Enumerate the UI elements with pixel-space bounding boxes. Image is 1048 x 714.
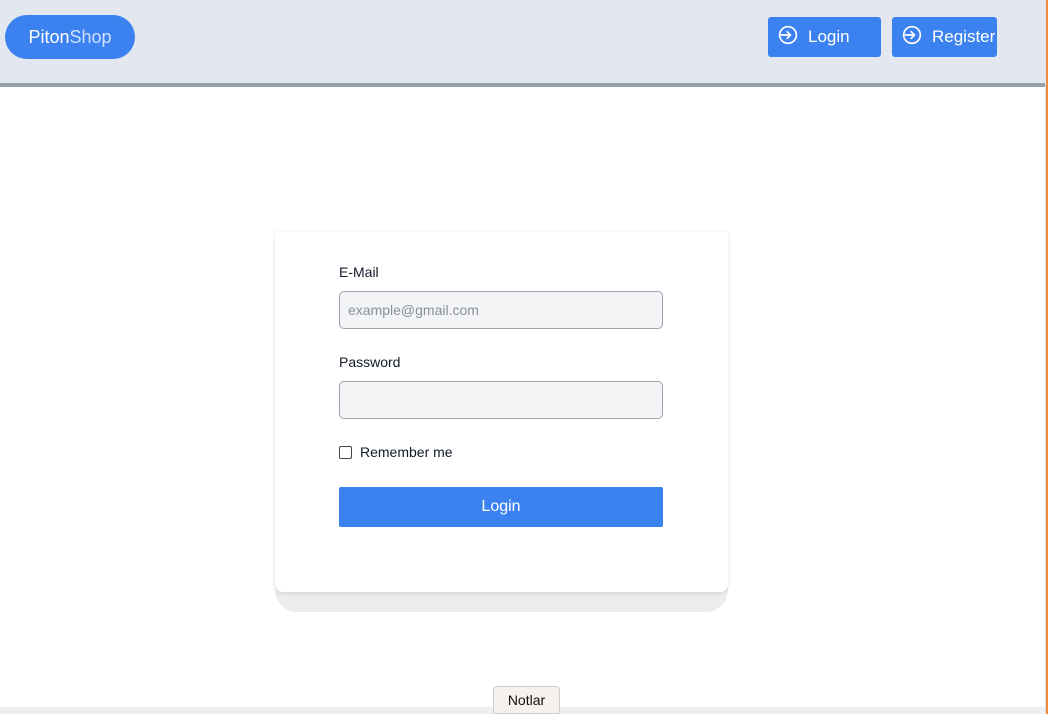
remember-me-checkbox[interactable] <box>339 446 352 459</box>
nav-login-button[interactable]: Login <box>768 17 881 57</box>
remember-me-label[interactable]: Remember me <box>360 444 453 460</box>
top-navbar: Piton Shop Login Register <box>0 0 1048 83</box>
password-label: Password <box>339 354 401 370</box>
email-label: E-Mail <box>339 264 379 280</box>
logo-link[interactable]: Piton Shop <box>5 15 135 59</box>
nav-login-label: Login <box>808 27 850 46</box>
nav-register-button[interactable]: Register <box>892 17 997 57</box>
page: Piton Shop Login Register E-Mail example… <box>0 0 1048 714</box>
login-submit-button[interactable]: Login <box>339 487 663 527</box>
logo-text-piton: Piton <box>28 26 70 47</box>
sign-in-icon <box>902 25 932 50</box>
email-input[interactable] <box>339 291 663 329</box>
nav-register-label: Register <box>932 27 996 46</box>
password-input[interactable] <box>339 381 663 419</box>
header-divider <box>0 83 1048 87</box>
login-card: E-Mail Password Remember me Login <box>275 232 728 592</box>
sign-in-icon <box>778 25 808 50</box>
notes-tab-button[interactable]: Notlar <box>493 686 560 714</box>
logo-text-shop: Shop <box>69 26 112 47</box>
